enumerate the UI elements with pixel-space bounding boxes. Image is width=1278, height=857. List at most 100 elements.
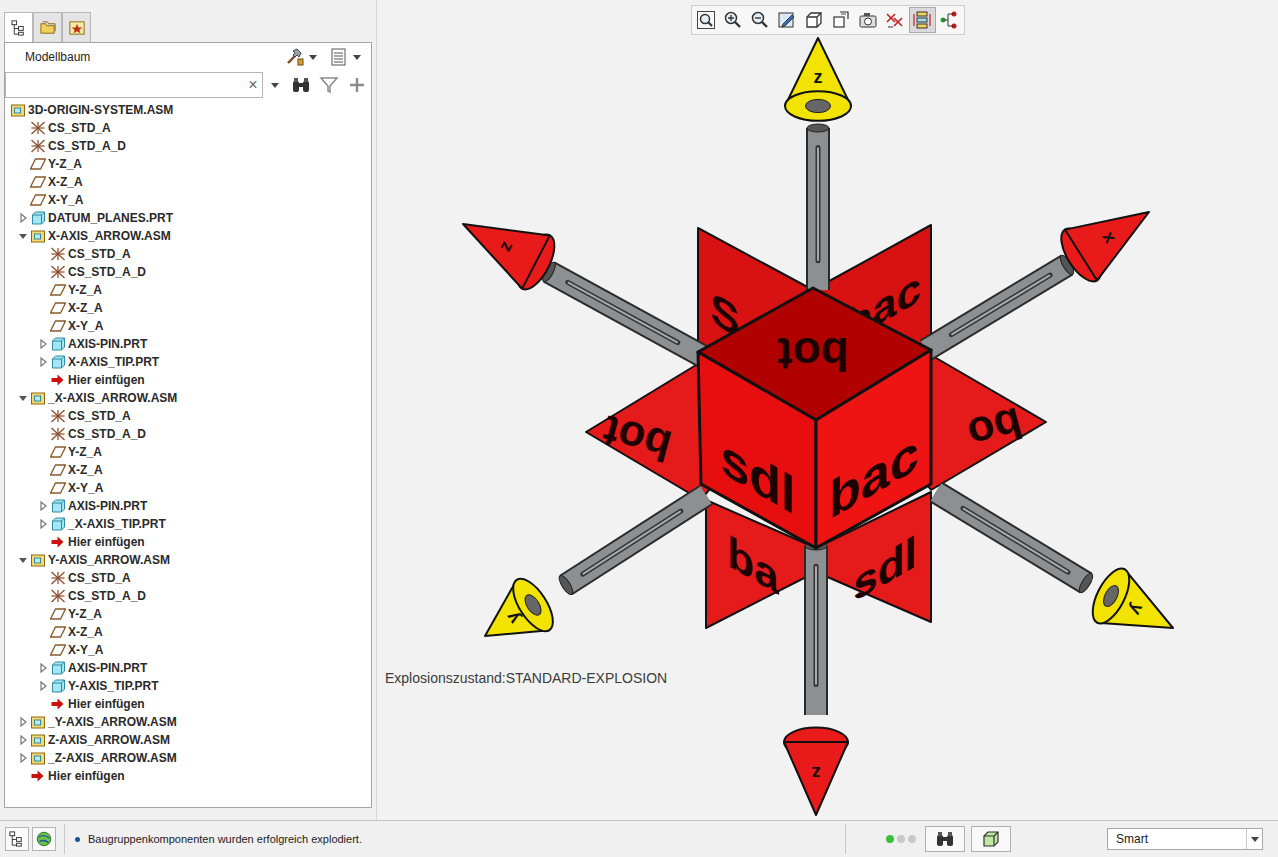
tree-item-label: _X-AXIS_TIP.PRT [68,515,166,533]
selection-filter-arrow[interactable] [1246,829,1262,849]
model-tree-icon [8,830,26,848]
tree-item[interactable]: X-Y_A [5,641,371,659]
tree-item[interactable]: 3D-ORIGIN-SYSTEM.ASM [5,101,371,119]
pane-tab[interactable] [62,12,91,42]
view-toolbar-button[interactable] [882,7,909,33]
tree-toggle[interactable] [16,731,30,749]
filter-button[interactable] [319,75,339,95]
view-toolbar-button[interactable] [693,7,720,33]
tree-item[interactable]: _Z-AXIS_ARROW.ASM [5,749,371,767]
tree-toggle[interactable] [16,713,30,731]
tree-item[interactable]: CS_STD_A [5,569,371,587]
tree-item[interactable]: CS_STD_A [5,119,371,137]
dropdown-caret-icon[interactable] [309,55,317,60]
view-toolbar-button[interactable] [909,7,936,33]
tree-toggle[interactable] [16,551,30,569]
selection-filter[interactable]: Smart [1107,828,1263,850]
tree-item[interactable]: _X-AXIS_TIP.PRT [5,515,371,533]
tree-item[interactable]: Hier einfügen [5,767,371,785]
find-button[interactable] [925,826,965,852]
tree-columns-button[interactable] [329,47,365,67]
tree-item[interactable]: _X-AXIS_ARROW.ASM [5,389,371,407]
tree-toggle[interactable] [16,227,30,245]
axis-pin [926,265,1067,350]
tree-item-label: X-AXIS_TIP.PRT [68,353,159,371]
datum-plane-icon [50,319,66,333]
tree-toggle[interactable] [36,515,50,533]
pane-tab[interactable] [33,12,62,42]
clear-search-button[interactable]: × [244,77,262,93]
pane-tab[interactable] [4,12,33,42]
view-toolbar-button[interactable] [801,7,828,33]
dropdown-caret-icon[interactable] [271,83,279,88]
tree-item[interactable]: X-Z_A [5,173,371,191]
model-3d-view[interactable]: Sbacbotbobasdlbotsdlbaczzxyyz [377,0,1278,820]
tree-item[interactable]: Y-Z_A [5,155,371,173]
tree-item[interactable]: _Y-AXIS_ARROW.ASM [5,713,371,731]
message-bullet-icon [75,837,80,842]
model-origin-system: Sbacbotbobasdlbotsdlbaczzxyyz [463,38,1173,815]
tree-item[interactable]: AXIS-PIN.PRT [5,659,371,677]
tree-item[interactable]: X-Y_A [5,479,371,497]
tree-item[interactable]: X-Z_A [5,623,371,641]
axis-label: z [814,67,823,87]
tree-toggle[interactable] [36,353,50,371]
tree-item[interactable]: X-Z_A [5,299,371,317]
tree-toggle[interactable] [36,677,50,695]
tree-item[interactable]: Z-AXIS_ARROW.ASM [5,731,371,749]
graphics-viewport[interactable]: SbacbotbobasdlbotsdlbaczzxyyzExplosionsz… [376,0,1278,820]
tree-item[interactable]: Y-Z_A [5,443,371,461]
tree-item[interactable]: DATUM_PLANES.PRT [5,209,371,227]
tree-item[interactable]: Y-Z_A [5,281,371,299]
collapsed-arrow-icon [18,213,28,223]
tree-item[interactable]: CS_STD_A_D [5,263,371,281]
tree-item[interactable]: CS_STD_A_D [5,137,371,155]
tree-item[interactable]: Hier einfügen [5,695,371,713]
tree-item[interactable]: X-Z_A [5,461,371,479]
view-toolbar-button[interactable] [828,7,855,33]
view-toolbar-button[interactable] [774,7,801,33]
tree-toggle[interactable] [36,335,50,353]
tree-item-label: CS_STD_A [68,245,131,263]
filter-icon [319,75,339,95]
browser-toggle-button[interactable] [32,827,56,851]
add-column-button[interactable] [347,75,367,95]
tree-toggle[interactable] [16,209,30,227]
tree-toggle[interactable] [36,497,50,515]
view-toolbar-button[interactable] [855,7,882,33]
tree-item[interactable]: Y-Z_A [5,605,371,623]
tree-item[interactable]: X-AXIS_TIP.PRT [5,353,371,371]
tree-item[interactable]: CS_STD_A_D [5,425,371,443]
tree-item-label: Y-Z_A [68,281,102,299]
tree-toggle[interactable] [36,659,50,677]
busy-dot [897,835,905,843]
datum-plane-icon [50,301,66,315]
tree-item[interactable]: CS_STD_A [5,407,371,425]
tree-toggle[interactable] [16,749,30,767]
tree-item[interactable]: Hier einfügen [5,371,371,389]
tree-item[interactable]: CS_STD_A [5,245,371,263]
view-toolbar-button[interactable] [936,7,963,33]
face-label: bot [777,328,849,380]
view-toolbar-button[interactable] [720,7,747,33]
search-options-button[interactable] [267,83,283,88]
tree-search-input[interactable] [6,74,244,96]
status-message: Baugruppenkomponenten wurden erfolgreich… [65,831,845,848]
tree-item[interactable]: AXIS-PIN.PRT [5,497,371,515]
tree-settings-button[interactable] [285,47,321,67]
selection-box-button[interactable] [971,826,1011,852]
tree-item[interactable]: X-Y_A [5,317,371,335]
tree-item[interactable]: X-Y_A [5,191,371,209]
tree-item-label: X-AXIS_ARROW.ASM [48,227,171,245]
tree-toggle[interactable] [16,389,30,407]
tree-item[interactable]: Y-AXIS_TIP.PRT [5,677,371,695]
find-button[interactable] [291,75,311,95]
model-tree-toggle-button[interactable] [5,827,29,851]
tree-item[interactable]: X-AXIS_ARROW.ASM [5,227,371,245]
tree-item[interactable]: Hier einfügen [5,533,371,551]
tree-item[interactable]: CS_STD_A_D [5,587,371,605]
dropdown-caret-icon[interactable] [353,55,361,60]
tree-item[interactable]: AXIS-PIN.PRT [5,335,371,353]
tree-item[interactable]: Y-AXIS_ARROW.ASM [5,551,371,569]
view-toolbar-button[interactable] [747,7,774,33]
